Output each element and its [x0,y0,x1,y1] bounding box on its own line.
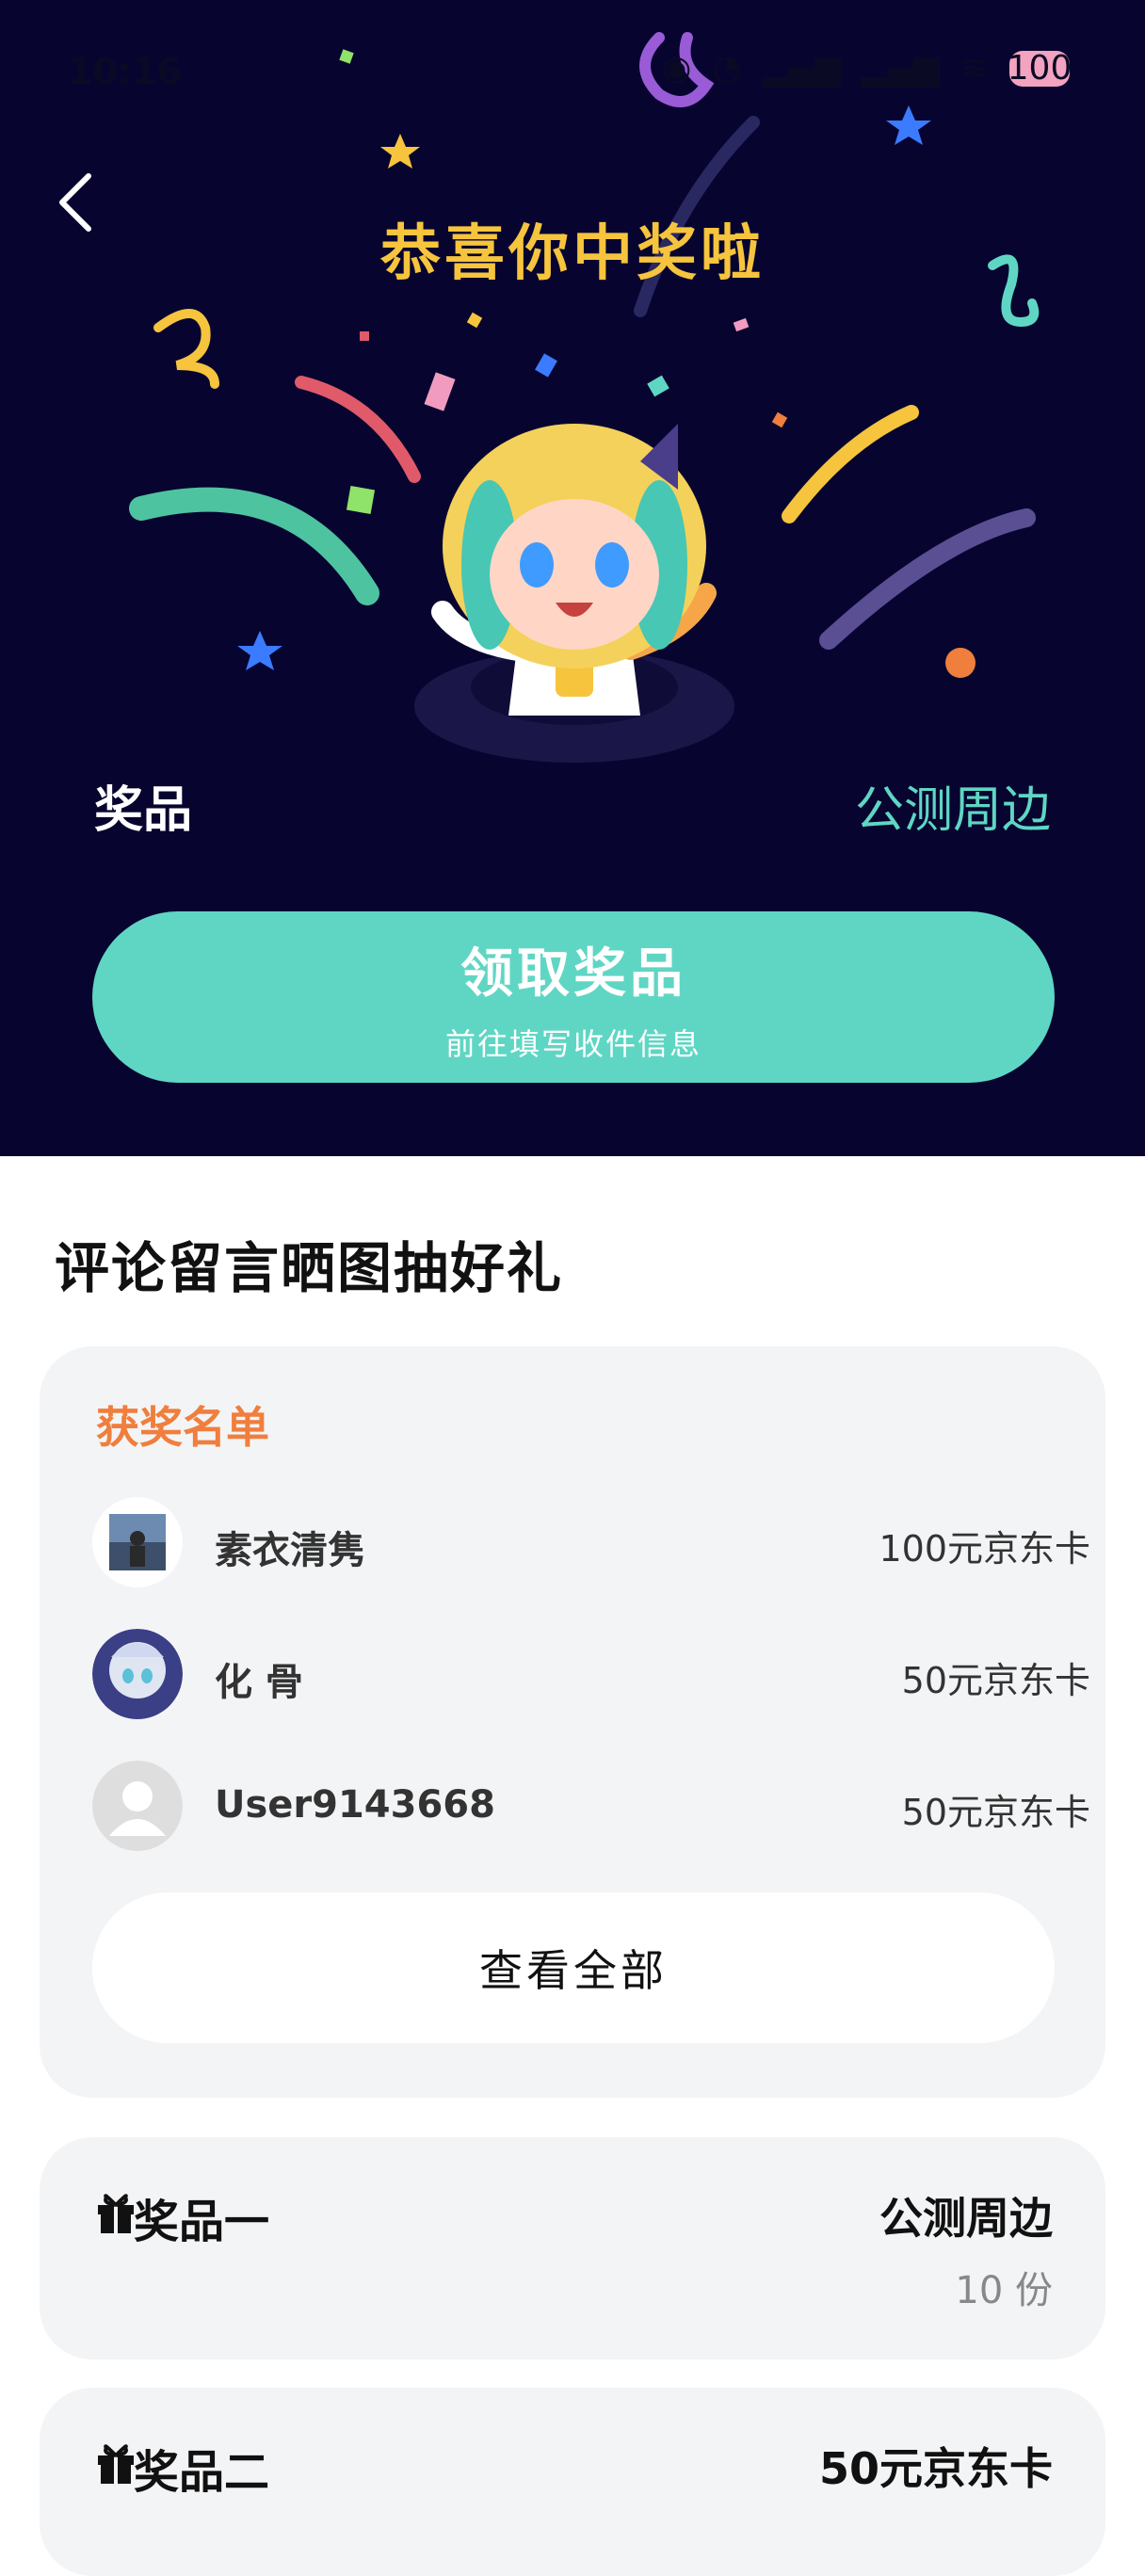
winner-name: 素衣清隽 [215,1529,365,1572]
claim-prize-sublabel: 前往填写收件信息 [444,1025,702,1062]
status-bar: 10:16 ◉ ◔ ▂▄▆ ▂▄▆ ≋ 100 [0,38,1145,104]
view-all-button[interactable]: 查看全部 [92,1892,1055,2043]
page-title: 恭喜你中奖啦 [380,219,765,289]
gift-icon [98,2194,134,2233]
winner-name: User9143668 [215,1783,495,1827]
prize-label: 奖品 [94,782,193,839]
winner-name: 化 骨 [215,1661,303,1704]
nfc-icon: ◉ [661,49,692,88]
prize-card: 奖品一 公测周边 10 份 [40,2137,1105,2359]
prize-item-label: 奖品二 [134,2446,270,2499]
prize-value: 公测周边 [854,782,1051,839]
winner-prize: 50元京东卡 [901,1792,1090,1833]
status-time: 10:16 [68,51,182,92]
winner-prize: 100元京东卡 [879,1528,1090,1570]
avatar [92,1497,183,1587]
prize-item-name: 50元京东卡 [818,2443,1053,2494]
status-icons: ◉ ◔ ▂▄▆ ▂▄▆ ≋ 100 [661,49,1072,88]
winner-row[interactable]: User9143668 50元京东卡 [92,1761,1090,1855]
prize-card: 奖品二 50元京东卡 [40,2388,1105,2576]
winners-title: 获奖名单 [96,1402,269,1453]
battery-level: 100 [1007,49,1072,88]
wifi-icon: ≋ [960,49,989,88]
alarm-icon: ◔ [712,49,742,88]
claim-prize-label: 领取奖品 [460,942,686,1005]
battery-icon: 100 [1007,49,1072,88]
prize-item-count: 10 份 [955,2269,1053,2312]
winners-card: 获奖名单 素衣清隽 100元京东卡 化 骨 50元京东卡 User9143668… [40,1346,1105,2098]
default-avatar-icon [92,1761,183,1851]
prize-item-label: 奖品一 [134,2196,270,2248]
winner-prize: 50元京东卡 [901,1660,1090,1701]
signal-2-icon: ▂▄▆ [861,49,940,88]
avatar [92,1629,183,1719]
mascot-illustration [414,424,734,763]
prize-item-name: 公测周边 [879,2193,1053,2244]
claim-prize-button[interactable]: 领取奖品 前往填写收件信息 [92,911,1055,1083]
winner-row[interactable]: 化 骨 50元京东卡 [92,1629,1090,1723]
winner-row[interactable]: 素衣清隽 100元京东卡 [92,1497,1090,1591]
signal-1-icon: ▂▄▆ [762,49,841,88]
celebration-hero: 10:16 ◉ ◔ ▂▄▆ ▂▄▆ ≋ 100 恭喜你中奖啦 奖品 公测周边 领… [0,0,1145,1156]
section-title: 评论留言晒图抽好礼 [55,1236,564,1300]
gift-icon [98,2444,134,2484]
